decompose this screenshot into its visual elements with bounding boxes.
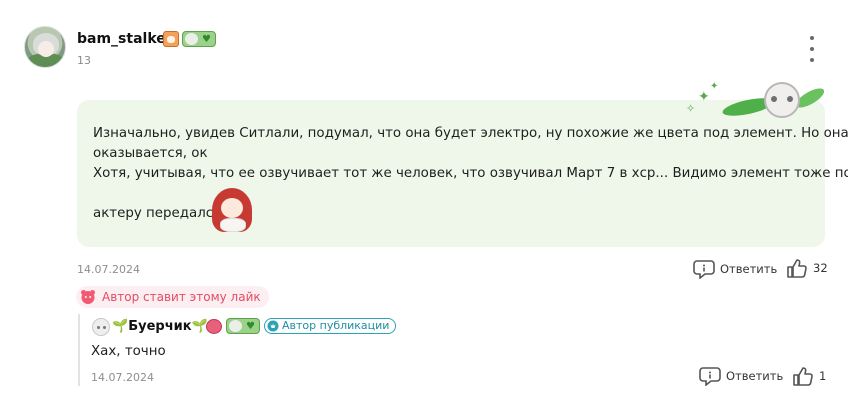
- comment-line: актеру передался: [93, 206, 222, 221]
- comment-text: Изначально, увидев Ситлали, подумал, что…: [93, 124, 848, 224]
- reply-username[interactable]: Буерчик: [128, 319, 191, 334]
- reply-text: Хах, точно: [91, 344, 166, 359]
- author-liked-badge: Автор ставит этому лайк: [76, 286, 269, 308]
- comment-line: Изначально, увидев Ситлали, подумал, что…: [93, 126, 848, 141]
- author-liked-label: Автор ставит этому лайк: [102, 290, 261, 304]
- comment-date: 14.07.2024: [77, 263, 140, 276]
- more-options-icon[interactable]: [806, 36, 818, 62]
- rose-badge-icon: [206, 319, 222, 334]
- reply-date: 14.07.2024: [91, 371, 154, 384]
- reply-label: Ответить: [720, 262, 778, 276]
- frame-decoration-icon: ✦ ✧ ✦: [684, 76, 830, 122]
- user-level: 13: [77, 54, 91, 67]
- comment-line: Хотя, учитывая, что ее озвучивает тот же…: [93, 166, 848, 181]
- like-count: 32: [813, 261, 828, 275]
- reply-reply-button[interactable]: Ответить: [699, 366, 783, 386]
- author-badge-icon: [267, 320, 279, 332]
- reply-label: Ответить: [726, 369, 784, 383]
- sticker-image: [208, 186, 256, 234]
- like-button[interactable]: 32: [786, 258, 828, 278]
- reply-thread-line: [78, 314, 80, 386]
- reply-like-count: 1: [819, 369, 827, 383]
- speech-bubble-icon: [693, 259, 715, 279]
- reply-like-button[interactable]: 1: [792, 366, 826, 386]
- thumbs-up-icon: [792, 366, 814, 386]
- fox-badge-icon: [163, 31, 179, 47]
- author-badge-label: Автор публикации: [282, 319, 390, 332]
- author-badge: Автор публикации: [264, 318, 397, 334]
- character-badge-icon: ♥: [182, 31, 216, 47]
- speech-bubble-icon: [699, 366, 721, 386]
- heart-face-icon: [80, 289, 96, 305]
- reply-username-row: 🌱Буерчик🌱: [112, 319, 208, 334]
- sprout-icon: 🌱: [112, 319, 129, 334]
- reply-user-avatar[interactable]: [92, 318, 110, 336]
- username[interactable]: bam_stalker: [77, 31, 173, 47]
- character-badge-icon: ♥: [226, 318, 260, 334]
- user-avatar[interactable]: [24, 26, 66, 68]
- thumbs-up-icon: [786, 258, 808, 278]
- reply-button[interactable]: Ответить: [693, 259, 777, 279]
- comment-line: оказывается, ок: [93, 146, 208, 161]
